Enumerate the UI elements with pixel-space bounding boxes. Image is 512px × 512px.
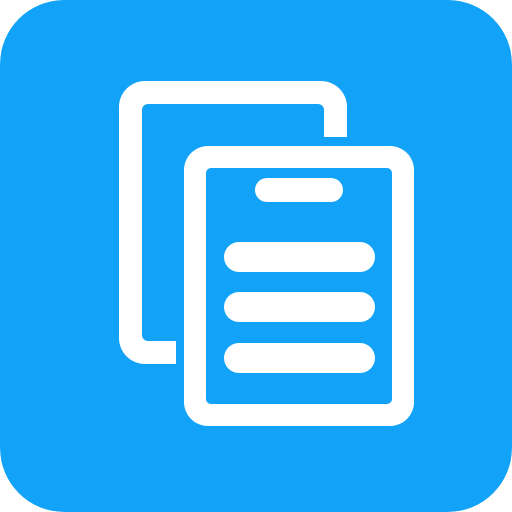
document-text-line (224, 292, 375, 322)
document-text-line (224, 242, 375, 272)
front-document-icon (176, 137, 424, 435)
copy-documents-icon (0, 0, 512, 512)
document-text-line (224, 343, 375, 373)
document-header-line (255, 178, 343, 202)
app-icon[interactable] (0, 0, 512, 512)
